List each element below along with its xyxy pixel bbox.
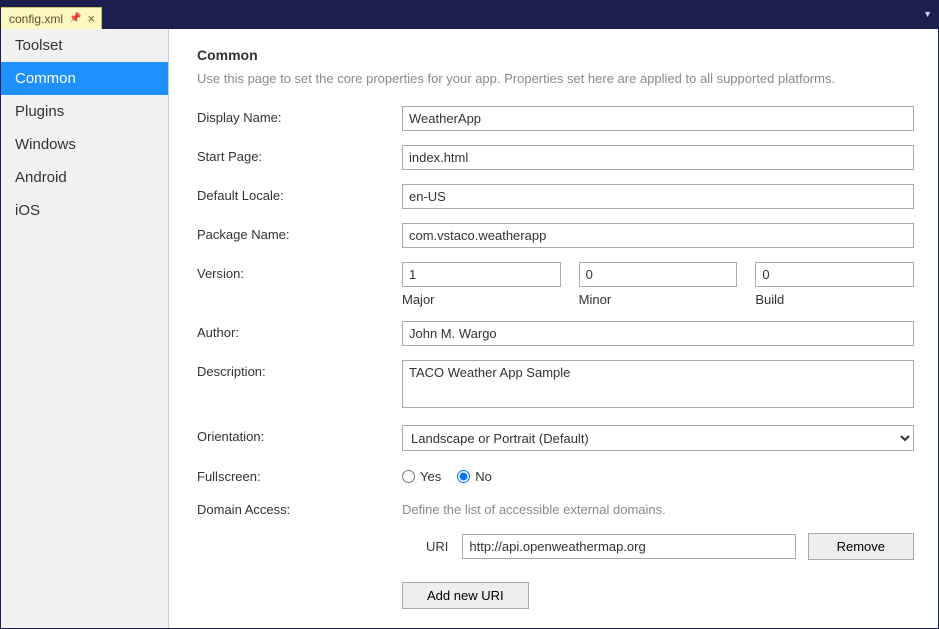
domain-access-label: Domain Access: [197,498,402,517]
start-page-input[interactable] [402,145,914,170]
no-label: No [475,469,492,484]
main-panel: Common Use this page to set the core pro… [169,29,938,628]
version-major-input[interactable] [402,262,561,287]
sidebar-item-android[interactable]: Android [1,161,168,194]
sidebar-item-windows[interactable]: Windows [1,128,168,161]
minor-label: Minor [579,292,738,307]
build-label: Build [755,292,914,307]
fullscreen-yes-radio[interactable] [402,470,415,483]
tab-overflow-dropdown[interactable]: ▼ [923,9,932,19]
version-minor-input[interactable] [579,262,738,287]
fullscreen-yes-option[interactable]: Yes [402,469,441,484]
display-name-label: Display Name: [197,106,402,125]
sidebar-item-toolset[interactable]: Toolset [1,29,168,62]
body: Toolset Common Plugins Windows Android i… [1,29,938,628]
sidebar-item-common[interactable]: Common [1,62,168,95]
sidebar-item-plugins[interactable]: Plugins [1,95,168,128]
uri-input[interactable] [462,534,795,559]
remove-button[interactable]: Remove [808,533,914,560]
close-icon[interactable]: × [87,11,95,26]
domain-access-description: Define the list of accessible external d… [402,498,914,517]
fullscreen-no-radio[interactable] [457,470,470,483]
sidebar: Toolset Common Plugins Windows Android i… [1,29,169,628]
author-label: Author: [197,321,402,340]
add-uri-button[interactable]: Add new URI [402,582,529,609]
yes-label: Yes [420,469,441,484]
uri-label: URI [426,539,450,554]
document-tab[interactable]: config.xml 📌 × [1,7,102,29]
package-name-input[interactable] [402,223,914,248]
description-label: Description: [197,360,402,379]
description-textarea[interactable]: TACO Weather App Sample [402,360,914,408]
version-label: Version: [197,262,402,281]
page-title: Common [197,47,914,63]
default-locale-input[interactable] [402,184,914,209]
tab-filename: config.xml [9,12,63,26]
start-page-label: Start Page: [197,145,402,164]
major-label: Major [402,292,561,307]
pin-icon[interactable]: 📌 [69,13,81,24]
fullscreen-label: Fullscreen: [197,465,402,484]
default-locale-label: Default Locale: [197,184,402,203]
package-name-label: Package Name: [197,223,402,242]
window: config.xml 📌 × ▼ Toolset Common Plugins … [0,0,939,629]
orientation-label: Orientation: [197,425,402,444]
version-build-input[interactable] [755,262,914,287]
display-name-input[interactable] [402,106,914,131]
sidebar-item-ios[interactable]: iOS [1,194,168,227]
author-input[interactable] [402,321,914,346]
fullscreen-no-option[interactable]: No [457,469,492,484]
orientation-select[interactable]: Landscape or Portrait (Default) [402,425,914,451]
tab-strip: config.xml 📌 × ▼ [1,7,938,29]
page-description: Use this page to set the core properties… [197,71,914,86]
